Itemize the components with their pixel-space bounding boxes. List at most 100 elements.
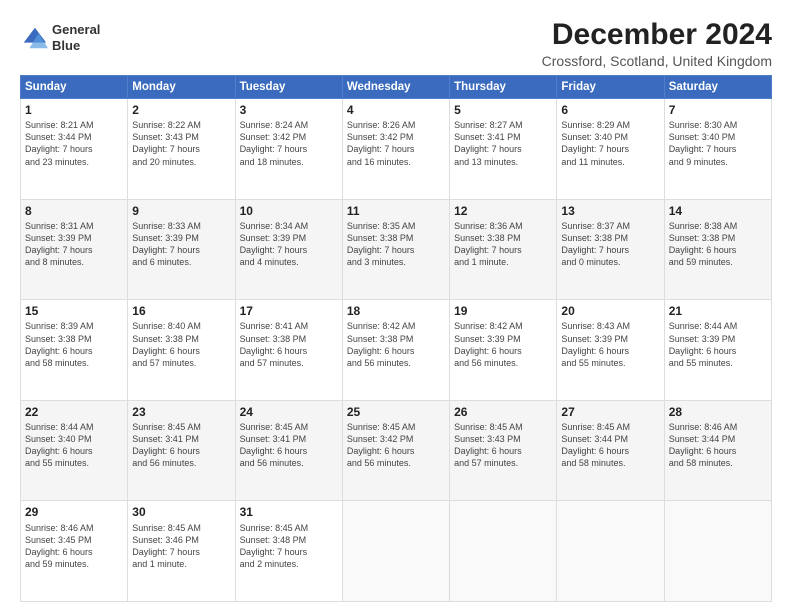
day-number: 27 bbox=[561, 404, 659, 420]
day-number: 22 bbox=[25, 404, 123, 420]
day-info: Sunrise: 8:35 AM Sunset: 3:38 PM Dayligh… bbox=[347, 221, 416, 267]
day-number: 25 bbox=[347, 404, 445, 420]
weekday-header: Thursday bbox=[450, 76, 557, 99]
page: General Blue December 2024 Crossford, Sc… bbox=[0, 0, 792, 612]
day-info: Sunrise: 8:26 AM Sunset: 3:42 PM Dayligh… bbox=[347, 120, 416, 166]
calendar-cell: 2 Sunrise: 8:22 AM Sunset: 3:43 PM Daylig… bbox=[128, 99, 235, 200]
day-number: 4 bbox=[347, 102, 445, 118]
day-info: Sunrise: 8:45 AM Sunset: 3:43 PM Dayligh… bbox=[454, 422, 523, 468]
calendar-cell: 25Sunrise: 8:45 AM Sunset: 3:42 PM Dayli… bbox=[342, 400, 449, 501]
day-number: 26 bbox=[454, 404, 552, 420]
day-info: Sunrise: 8:29 AM Sunset: 3:40 PM Dayligh… bbox=[561, 120, 630, 166]
day-info: Sunrise: 8:27 AM Sunset: 3:41 PM Dayligh… bbox=[454, 120, 523, 166]
calendar-cell: 14 Sunrise: 8:38 AM Sunset: 3:38 PM Dayli… bbox=[664, 199, 771, 300]
day-number: 19 bbox=[454, 303, 552, 319]
weekday-header: Sunday bbox=[21, 76, 128, 99]
calendar-cell: 6 Sunrise: 8:29 AM Sunset: 3:40 PM Daylig… bbox=[557, 99, 664, 200]
main-title: December 2024 bbox=[542, 18, 772, 51]
day-number: 12 bbox=[454, 203, 552, 219]
calendar-cell: 17 Sunrise: 8:41 AM Sunset: 3:38 PM Dayli… bbox=[235, 300, 342, 401]
calendar-cell bbox=[557, 501, 664, 602]
day-number: 30 bbox=[132, 504, 230, 520]
weekday-header: Friday bbox=[557, 76, 664, 99]
calendar-cell: 28 Sunrise: 8:46 AM Sunset: 3:44 PM Dayli… bbox=[664, 400, 771, 501]
day-info: Sunrise: 8:39 AM Sunset: 3:38 PM Dayligh… bbox=[25, 321, 94, 367]
day-number: 21 bbox=[669, 303, 767, 319]
calendar-week-row: 15 Sunrise: 8:39 AM Sunset: 3:38 PM Dayli… bbox=[21, 300, 772, 401]
day-info: Sunrise: 8:41 AM Sunset: 3:38 PM Dayligh… bbox=[240, 321, 309, 367]
day-number: 14 bbox=[669, 203, 767, 219]
calendar-cell: 23Sunrise: 8:45 AM Sunset: 3:41 PM Dayli… bbox=[128, 400, 235, 501]
day-info: Sunrise: 8:21 AM Sunset: 3:44 PM Dayligh… bbox=[25, 120, 94, 166]
calendar-cell: 8 Sunrise: 8:31 AM Sunset: 3:39 PM Daylig… bbox=[21, 199, 128, 300]
weekday-header: Tuesday bbox=[235, 76, 342, 99]
calendar-cell bbox=[342, 501, 449, 602]
day-number: 8 bbox=[25, 203, 123, 219]
day-info: Sunrise: 8:22 AM Sunset: 3:43 PM Dayligh… bbox=[132, 120, 201, 166]
day-number: 18 bbox=[347, 303, 445, 319]
calendar-cell: 15 Sunrise: 8:39 AM Sunset: 3:38 PM Dayli… bbox=[21, 300, 128, 401]
day-info: Sunrise: 8:31 AM Sunset: 3:39 PM Dayligh… bbox=[25, 221, 94, 267]
day-info: Sunrise: 8:24 AM Sunset: 3:42 PM Dayligh… bbox=[240, 120, 309, 166]
calendar-cell: 26 Sunrise: 8:45 AM Sunset: 3:43 PM Dayli… bbox=[450, 400, 557, 501]
calendar-cell: 4 Sunrise: 8:26 AM Sunset: 3:42 PM Daylig… bbox=[342, 99, 449, 200]
calendar-cell: 10 Sunrise: 8:34 AM Sunset: 3:39 PM Dayli… bbox=[235, 199, 342, 300]
day-info: Sunrise: 8:33 AM Sunset: 3:39 PM Dayligh… bbox=[132, 221, 201, 267]
calendar-week-row: 29 Sunrise: 8:46 AM Sunset: 3:45 PM Dayli… bbox=[21, 501, 772, 602]
day-number: 28 bbox=[669, 404, 767, 420]
calendar-week-row: 1 Sunrise: 8:21 AM Sunset: 3:44 PM Daylig… bbox=[21, 99, 772, 200]
day-info: Sunrise: 8:46 AM Sunset: 3:44 PM Dayligh… bbox=[669, 422, 738, 468]
day-info: Sunrise: 8:46 AM Sunset: 3:45 PM Dayligh… bbox=[25, 523, 94, 569]
day-info: Sunrise: 8:34 AM Sunset: 3:39 PM Dayligh… bbox=[240, 221, 309, 267]
weekday-header: Monday bbox=[128, 76, 235, 99]
day-info: Sunrise: 8:43 AM Sunset: 3:39 PM Dayligh… bbox=[561, 321, 630, 367]
day-number: 2 bbox=[132, 102, 230, 118]
calendar-cell: 21 Sunrise: 8:44 AM Sunset: 3:39 PM Dayli… bbox=[664, 300, 771, 401]
day-info: Sunrise: 8:44 AM Sunset: 3:39 PM Dayligh… bbox=[669, 321, 738, 367]
day-number: 15 bbox=[25, 303, 123, 319]
logo: General Blue bbox=[20, 22, 100, 53]
calendar-cell: 27 Sunrise: 8:45 AM Sunset: 3:44 PM Dayli… bbox=[557, 400, 664, 501]
weekday-header: Saturday bbox=[664, 76, 771, 99]
day-info: Sunrise: 8:44 AM Sunset: 3:40 PM Dayligh… bbox=[25, 422, 94, 468]
day-number: 17 bbox=[240, 303, 338, 319]
day-number: 24 bbox=[240, 404, 338, 420]
day-number: 16 bbox=[132, 303, 230, 319]
weekday-header: Wednesday bbox=[342, 76, 449, 99]
calendar-cell: 22 Sunrise: 8:44 AM Sunset: 3:40 PM Dayli… bbox=[21, 400, 128, 501]
day-number: 23 bbox=[132, 404, 230, 420]
day-number: 31 bbox=[240, 504, 338, 520]
day-number: 20 bbox=[561, 303, 659, 319]
calendar-cell: 30Sunrise: 8:45 AM Sunset: 3:46 PM Dayli… bbox=[128, 501, 235, 602]
day-number: 1 bbox=[25, 102, 123, 118]
day-info: Sunrise: 8:42 AM Sunset: 3:38 PM Dayligh… bbox=[347, 321, 416, 367]
day-info: Sunrise: 8:45 AM Sunset: 3:44 PM Dayligh… bbox=[561, 422, 630, 468]
day-number: 6 bbox=[561, 102, 659, 118]
calendar-cell: 29 Sunrise: 8:46 AM Sunset: 3:45 PM Dayli… bbox=[21, 501, 128, 602]
calendar-cell: 31 Sunrise: 8:45 AM Sunset: 3:48 PM Dayli… bbox=[235, 501, 342, 602]
day-number: 11 bbox=[347, 203, 445, 219]
day-info: Sunrise: 8:36 AM Sunset: 3:38 PM Dayligh… bbox=[454, 221, 523, 267]
day-number: 13 bbox=[561, 203, 659, 219]
calendar-cell bbox=[450, 501, 557, 602]
day-number: 7 bbox=[669, 102, 767, 118]
day-number: 3 bbox=[240, 102, 338, 118]
calendar-cell: 18 Sunrise: 8:42 AM Sunset: 3:38 PM Dayli… bbox=[342, 300, 449, 401]
header: General Blue December 2024 Crossford, Sc… bbox=[20, 18, 772, 69]
calendar-cell: 13 Sunrise: 8:37 AM Sunset: 3:38 PM Dayli… bbox=[557, 199, 664, 300]
calendar-cell: 1 Sunrise: 8:21 AM Sunset: 3:44 PM Daylig… bbox=[21, 99, 128, 200]
calendar-cell: 16Sunrise: 8:40 AM Sunset: 3:38 PM Dayli… bbox=[128, 300, 235, 401]
day-info: Sunrise: 8:38 AM Sunset: 3:38 PM Dayligh… bbox=[669, 221, 738, 267]
day-info: Sunrise: 8:45 AM Sunset: 3:48 PM Dayligh… bbox=[240, 523, 309, 569]
day-number: 5 bbox=[454, 102, 552, 118]
logo-icon bbox=[20, 24, 48, 52]
day-number: 10 bbox=[240, 203, 338, 219]
calendar-cell: 24 Sunrise: 8:45 AM Sunset: 3:41 PM Dayli… bbox=[235, 400, 342, 501]
header-row: SundayMondayTuesdayWednesdayThursdayFrid… bbox=[21, 76, 772, 99]
day-info: Sunrise: 8:37 AM Sunset: 3:38 PM Dayligh… bbox=[561, 221, 630, 267]
subtitle: Crossford, Scotland, United Kingdom bbox=[542, 53, 772, 69]
calendar-cell: 7Sunrise: 8:30 AM Sunset: 3:40 PM Daylig… bbox=[664, 99, 771, 200]
day-number: 29 bbox=[25, 504, 123, 520]
day-info: Sunrise: 8:45 AM Sunset: 3:41 PM Dayligh… bbox=[240, 422, 309, 468]
calendar-table: SundayMondayTuesdayWednesdayThursdayFrid… bbox=[20, 75, 772, 602]
